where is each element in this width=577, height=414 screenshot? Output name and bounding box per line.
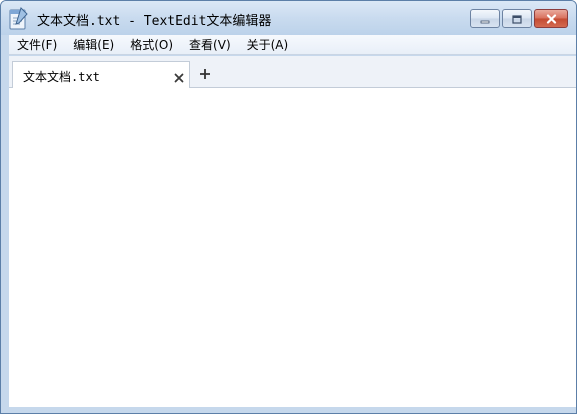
tab-document[interactable]: 文本文档.txt	[12, 61, 190, 88]
maximize-button[interactable]	[502, 9, 532, 28]
menu-view[interactable]: 查看(V)	[181, 35, 239, 55]
minimize-button[interactable]	[470, 9, 500, 28]
menu-file[interactable]: 文件(F)	[9, 35, 65, 55]
notepad-icon[interactable]	[7, 6, 29, 31]
window-controls	[470, 9, 568, 28]
close-button[interactable]	[534, 9, 568, 28]
close-icon	[546, 9, 557, 28]
plus-icon[interactable]	[198, 66, 212, 80]
text-editor-area[interactable]	[9, 88, 576, 407]
window-title: 文本文档.txt - TextEdit文本编辑器	[37, 14, 272, 29]
app-window: 文本文档.txt - TextEdit文本编辑器 文件(F) 编辑(E) 格式(…	[0, 0, 577, 414]
title-bar[interactable]: 文本文档.txt - TextEdit文本编辑器	[1, 1, 576, 35]
window-frame-bottom	[1, 407, 576, 413]
window-frame-left	[1, 35, 9, 407]
minimize-icon	[480, 9, 490, 28]
menu-format[interactable]: 格式(O)	[122, 35, 181, 55]
maximize-icon	[512, 9, 522, 28]
menu-edit[interactable]: 编辑(E)	[65, 35, 122, 55]
tab-label: 文本文档.txt	[23, 70, 100, 84]
menu-bar: 文件(F) 编辑(E) 格式(O) 查看(V) 关于(A)	[9, 35, 576, 55]
tab-bar: 文本文档.txt	[9, 56, 576, 88]
tab-close-icon[interactable]	[173, 69, 185, 83]
menu-about[interactable]: 关于(A)	[239, 35, 297, 55]
